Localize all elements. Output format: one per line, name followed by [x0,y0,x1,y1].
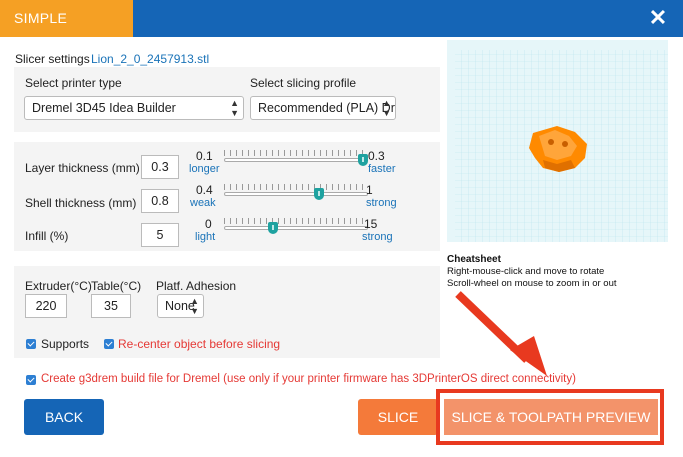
annotation-arrow [455,291,547,376]
